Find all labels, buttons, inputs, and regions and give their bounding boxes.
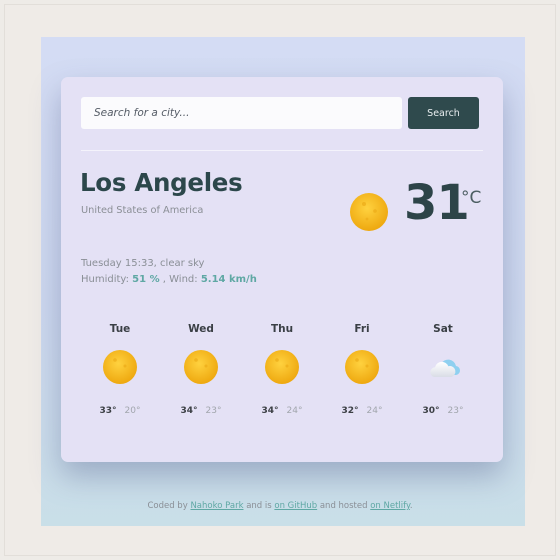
forecast-temps: 30° 23° [403, 404, 483, 418]
sun-icon [265, 350, 299, 384]
forecast-day-name: Fri [354, 323, 370, 335]
netlify-link[interactable]: on Netlify [370, 501, 410, 511]
forecast-max: 33° [99, 406, 117, 416]
forecast-min: 23° [447, 406, 464, 416]
humidity-value: 51 % [132, 274, 160, 285]
weather-details: Humidity: 51 % , Wind: 5.14 km/h [81, 274, 257, 285]
search-input[interactable] [81, 97, 402, 129]
current-temperature: 31 [404, 175, 470, 231]
forecast: Tue 33° 20° Wed 34° 23° Thu 34° 24° Fri … [80, 321, 482, 431]
footer: Coded by Nahoko Park and is on GitHub an… [0, 501, 560, 511]
forecast-max: 32° [341, 406, 359, 416]
forecast-day: Sat 30° 23° [403, 321, 483, 418]
forecast-day: Fri 32° 24° [322, 321, 402, 418]
forecast-max: 34° [261, 406, 279, 416]
footer-text: and is [243, 501, 275, 511]
forecast-max: 34° [180, 406, 198, 416]
forecast-day: Wed 34° 23° [161, 321, 241, 418]
forecast-day-name: Sat [433, 323, 453, 335]
footer-text: Coded by [147, 501, 191, 511]
sun-icon [184, 350, 218, 384]
forecast-min: 24° [286, 406, 303, 416]
humidity-label: Humidity: [81, 274, 133, 285]
forecast-day: Thu 34° 24° [242, 321, 322, 418]
forecast-day: Tue 33° 20° [80, 321, 160, 418]
forecast-day-name: Tue [109, 323, 131, 335]
forecast-max: 30° [422, 406, 440, 416]
forecast-min: 23° [205, 406, 222, 416]
sun-icon [103, 350, 137, 384]
footer-period: . [409, 501, 413, 511]
forecast-day-name: Thu [270, 323, 294, 335]
forecast-temps: 32° 24° [322, 404, 402, 418]
city-name: Los Angeles [80, 168, 243, 197]
wind-label: , Wind: [159, 274, 201, 285]
weather-card: Search Los Angeles United States of Amer… [61, 77, 503, 462]
forecast-min: 24° [366, 406, 383, 416]
divider [81, 150, 483, 151]
sun-icon [345, 350, 379, 384]
wind-value: 5.14 km/h [200, 274, 257, 285]
forecast-temps: 33° 20° [80, 404, 160, 418]
author-link[interactable]: Nahoko Park [190, 501, 243, 511]
weather-description: Tuesday 15:33, clear sky [81, 258, 205, 269]
search-button[interactable]: Search [408, 97, 479, 129]
forecast-temps: 34° 23° [161, 404, 241, 418]
country-name: United States of America [81, 205, 204, 216]
github-link[interactable]: on GitHub [274, 501, 317, 511]
forecast-temps: 34° 24° [242, 404, 322, 418]
forecast-day-name: Wed [188, 323, 214, 335]
temperature-unit[interactable]: °C [461, 188, 481, 208]
forecast-min: 20° [124, 406, 141, 416]
sun-icon [350, 193, 388, 231]
footer-text: and hosted [317, 501, 371, 511]
cloud-icon [430, 359, 461, 377]
